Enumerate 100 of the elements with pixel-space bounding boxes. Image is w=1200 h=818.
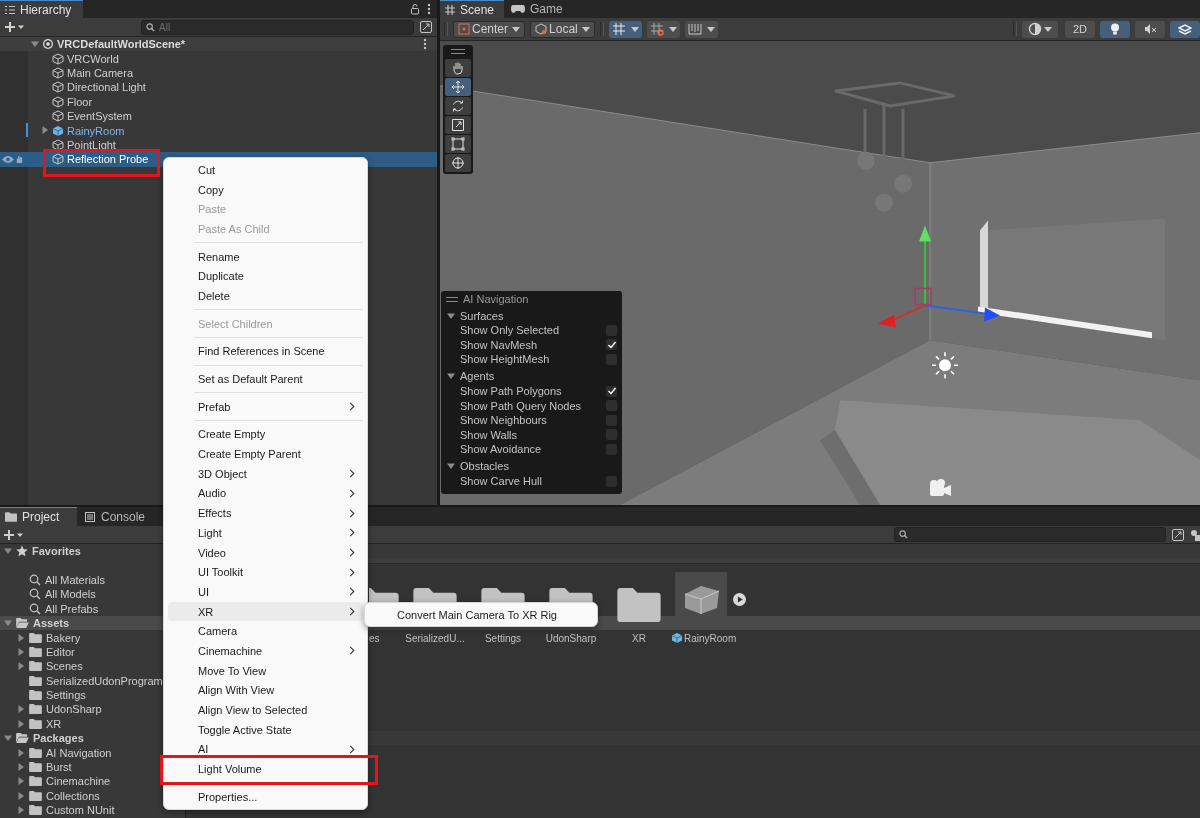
asset-label[interactable]: Settings xyxy=(484,632,522,644)
menu-item[interactable]: Delete xyxy=(168,286,363,306)
scene-tab[interactable]: Scene xyxy=(440,0,505,18)
menu-item[interactable]: Find References in Scene xyxy=(168,341,363,362)
rect-tool-icon[interactable] xyxy=(445,135,471,153)
collapse-arrow-icon[interactable] xyxy=(447,462,455,471)
expand-arrow-icon[interactable] xyxy=(4,734,12,743)
menu-item[interactable]: Light xyxy=(168,523,363,543)
ruler-button[interactable] xyxy=(684,20,718,38)
expand-arrow-icon[interactable] xyxy=(17,719,25,728)
hierarchy-item[interactable]: Main Camera xyxy=(0,65,437,81)
section-header[interactable]: Agents xyxy=(441,368,622,384)
scene-row[interactable]: VRCDefaultWorldScene* xyxy=(0,37,437,52)
hierarchy-item[interactable]: RainyRoom xyxy=(0,123,437,138)
rotation-dropdown[interactable]: Local xyxy=(530,20,595,38)
menu-item[interactable]: 3D Object xyxy=(168,463,363,484)
expand-arrow-icon[interactable] xyxy=(31,40,39,49)
item-label: Main Camera xyxy=(67,66,134,79)
hierarchy-item[interactable]: EventSystem xyxy=(0,108,437,124)
dropdown-arrow-icon xyxy=(1044,26,1052,32)
game-tab[interactable]: Game xyxy=(506,0,573,18)
mode-2d-button[interactable]: 2D xyxy=(1065,20,1095,38)
more-options-icon[interactable] xyxy=(427,3,431,15)
hierarchy-tab[interactable]: Hierarchy xyxy=(0,0,83,18)
expand-arrow-icon[interactable] xyxy=(17,662,25,671)
checkbox[interactable] xyxy=(606,385,617,397)
rotate-tool-icon[interactable] xyxy=(445,97,471,115)
effects-toggle[interactable] xyxy=(1170,20,1200,38)
hierarchy-item[interactable]: VRCWorld xyxy=(0,51,437,66)
lock-icon[interactable] xyxy=(409,3,421,15)
checkbox[interactable] xyxy=(606,339,617,351)
project-tab[interactable]: Project xyxy=(0,507,77,526)
expand-arrow-icon[interactable] xyxy=(4,547,12,556)
menu-item[interactable]: Cut xyxy=(168,160,363,180)
section-header[interactable]: Obstacles xyxy=(441,458,622,474)
folder-icon xyxy=(29,704,42,715)
expand-arrow-icon[interactable] xyxy=(17,647,25,656)
grid-snap-button[interactable] xyxy=(608,20,642,38)
shapes-icon[interactable] xyxy=(1190,528,1200,541)
menu-item[interactable]: Effects xyxy=(168,503,363,523)
expand-arrow-icon[interactable] xyxy=(17,806,25,815)
hierarchy-item[interactable]: Floor xyxy=(0,94,437,109)
expand-arrow-icon[interactable] xyxy=(17,791,25,800)
menu-item[interactable]: Create Empty xyxy=(168,424,363,445)
more-options-icon[interactable] xyxy=(423,38,427,51)
expand-arrow-icon[interactable] xyxy=(41,126,49,135)
search-by-type-icon[interactable] xyxy=(1172,528,1184,541)
menu-item[interactable]: Video xyxy=(168,542,363,563)
scale-tool-icon[interactable] xyxy=(445,116,471,134)
pivot-dropdown[interactable]: Center xyxy=(453,20,526,38)
hand-tool-icon[interactable] xyxy=(445,59,471,77)
asset-label[interactable]: UdonSharp xyxy=(545,632,597,644)
expand-arrow-icon[interactable] xyxy=(17,777,25,786)
ruler-icon xyxy=(687,22,702,36)
expand-arrow-icon[interactable] xyxy=(17,705,25,714)
collapse-arrow-icon[interactable] xyxy=(447,372,455,381)
add-dropdown-icon[interactable] xyxy=(4,528,24,541)
audio-toggle[interactable] xyxy=(1135,20,1165,38)
play-icon[interactable] xyxy=(733,593,746,606)
scene-view-toggle-icon[interactable] xyxy=(420,21,432,33)
gamepad-icon xyxy=(511,5,526,13)
add-dropdown-icon[interactable] xyxy=(5,21,25,33)
hierarchy-item[interactable]: PointLight xyxy=(0,137,437,153)
expand-arrow-icon[interactable] xyxy=(17,763,25,772)
menu-item[interactable]: Copy xyxy=(168,179,363,200)
asset-label[interactable]: es xyxy=(369,632,380,644)
asset-label[interactable]: RainyRoom xyxy=(671,632,737,644)
expand-arrow-icon[interactable] xyxy=(4,619,12,628)
collapse-arrow-icon[interactable] xyxy=(447,311,455,320)
expand-arrow-icon[interactable] xyxy=(17,633,25,642)
move-tool-icon[interactable] xyxy=(445,78,471,96)
transform-tool-icon[interactable] xyxy=(445,154,471,172)
hand-icon[interactable] xyxy=(15,154,24,164)
shading-mode-button[interactable] xyxy=(1022,20,1058,38)
move-gizmo-icon[interactable] xyxy=(878,225,1000,328)
menu-item[interactable]: Rename xyxy=(168,246,363,267)
cube-icon xyxy=(535,23,548,35)
asset-label[interactable]: SerializedU... xyxy=(405,632,465,644)
light-bulb-icon xyxy=(1108,22,1122,36)
menu-item[interactable]: XR xyxy=(168,601,363,622)
console-icon xyxy=(84,511,96,522)
menu-item[interactable]: Prefab xyxy=(168,396,363,417)
search-icon xyxy=(29,602,41,615)
menu-item[interactable]: Duplicate xyxy=(168,266,363,287)
open-folder-icon xyxy=(16,618,29,629)
hierarchy-item[interactable]: Directional Light xyxy=(0,80,437,95)
search-field[interactable] xyxy=(894,527,1166,542)
expand-arrow-icon[interactable] xyxy=(17,748,25,757)
section-header[interactable]: Surfaces xyxy=(441,308,622,323)
console-tab[interactable]: Console xyxy=(79,507,156,526)
eye-icon[interactable] xyxy=(2,154,14,164)
cube-icon xyxy=(52,66,64,79)
menu-item[interactable]: Audio xyxy=(168,483,363,504)
pivot-icon xyxy=(458,23,470,35)
menu-item[interactable]: Create Empty Parent xyxy=(168,444,363,464)
lighting-toggle[interactable] xyxy=(1100,20,1130,38)
folder-icon[interactable] xyxy=(617,588,661,622)
increment-snap-button[interactable] xyxy=(646,20,680,38)
menu-item[interactable]: Set as Default Parent xyxy=(168,369,363,389)
asset-label[interactable]: XR xyxy=(632,632,646,644)
